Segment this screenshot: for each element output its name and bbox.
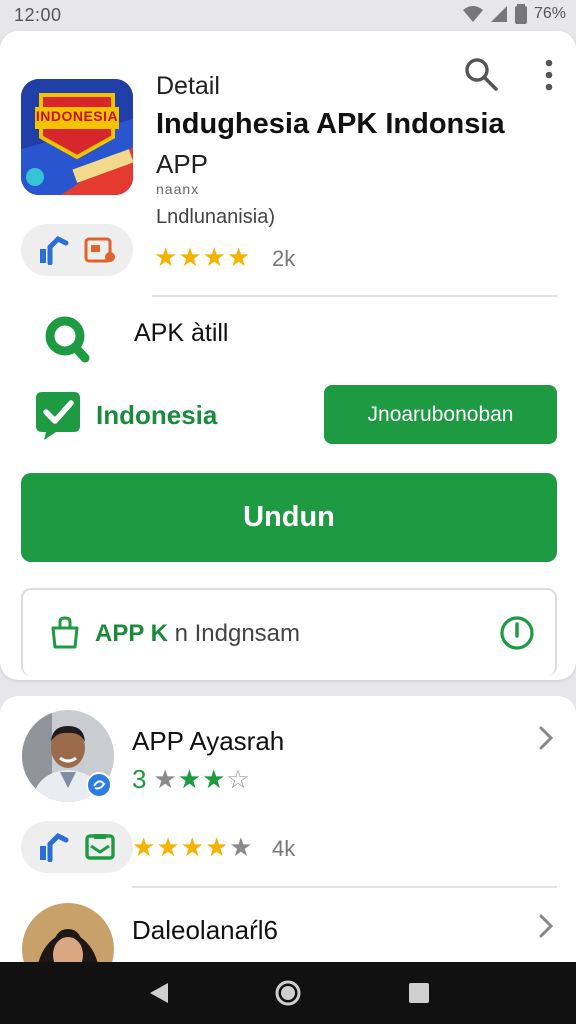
rating-value: 3: [132, 764, 148, 794]
search-icon[interactable]: [460, 53, 502, 95]
list-item-rating: 3 ★ ★ ★ ☆: [132, 764, 251, 795]
battery-percent: 76%: [533, 5, 566, 22]
app-badges[interactable]: [21, 224, 133, 276]
star-icon: ★: [180, 832, 205, 862]
star-icon: ★: [229, 832, 254, 862]
detail-label: Detail: [156, 72, 220, 100]
shopping-bag-icon: [51, 616, 79, 649]
more-vert-icon[interactable]: [534, 55, 564, 95]
divider: [152, 295, 557, 297]
system-nav-bar: [0, 962, 576, 1024]
divider: [132, 886, 557, 888]
nav-back-icon[interactable]: [144, 978, 174, 1008]
apk-box-text: APP K n Indgnsam: [95, 620, 300, 648]
nav-recents-icon[interactable]: [404, 978, 434, 1008]
app-type: APP: [156, 149, 209, 179]
share-stats-icon: [39, 235, 68, 265]
list-item-title: Daleolanaŕl6: [132, 915, 278, 945]
status-time: 12:00: [14, 5, 62, 25]
chevron-right-icon[interactable]: [534, 724, 558, 752]
region-label: Indonesia: [96, 400, 218, 430]
status-icons: 76%: [462, 4, 566, 24]
apk-info-box[interactable]: APP K n Indgnsam: [21, 588, 557, 676]
app-rating-count: 2k: [272, 246, 296, 271]
star-icon: ★: [154, 242, 179, 272]
search-circle-icon: [45, 316, 90, 363]
list-item-rating-count: 4k: [272, 836, 296, 861]
info-circle-icon[interactable]: [499, 615, 535, 651]
battery-icon: [514, 4, 527, 24]
app-title: Indughesia APK Indonsia: [156, 108, 505, 140]
star-icon: ★: [132, 832, 157, 862]
star-icon: ★: [178, 242, 203, 272]
app-region: Lndlunanisia): [156, 206, 275, 228]
wifi-icon: [462, 6, 483, 22]
nav-home-icon[interactable]: [273, 978, 303, 1008]
star-icon: ★: [177, 764, 203, 794]
star-icon: ★: [153, 764, 178, 794]
star-icon: ★: [204, 832, 230, 862]
star-outline-icon: ☆: [226, 764, 251, 794]
star-icon: ★: [156, 832, 181, 862]
list-item-badges[interactable]: [21, 821, 133, 873]
app-detail-card: INDONESIA Detail Indughesia APK Indonsia…: [0, 31, 576, 680]
list-item-title: APP Ayasrah: [132, 726, 285, 756]
star-icon: ★: [226, 242, 252, 272]
star-icon: ★: [202, 764, 227, 794]
status-bar: 12:00 76%: [0, 0, 576, 30]
image-badge-icon: [84, 237, 115, 263]
check-badge-icon: [36, 392, 80, 440]
app-rating-stars: ★ ★ ★ ★: [154, 242, 251, 273]
list-item-rating-2: ★ ★ ★ ★ ★: [132, 832, 254, 863]
region-action-button[interactable]: Jnoarubonoban: [324, 385, 557, 444]
star-icon: ★: [202, 242, 227, 272]
apk-box-rest: n Indgnsam: [167, 620, 301, 647]
install-button[interactable]: Undun: [21, 473, 557, 562]
app-logo: INDONESIA: [21, 79, 133, 195]
chevron-right-icon[interactable]: [534, 912, 558, 940]
app-logo-text: INDONESIA: [35, 108, 119, 124]
verified-badge-icon: [86, 772, 112, 798]
apk-search-label: APK àtill: [134, 319, 229, 347]
signal-icon: [490, 6, 507, 22]
apk-box-strong: APP K: [95, 620, 168, 647]
mail-badge-icon: [85, 834, 115, 860]
share-stats-icon: [40, 832, 69, 862]
app-sub-label: naanx: [156, 181, 200, 197]
